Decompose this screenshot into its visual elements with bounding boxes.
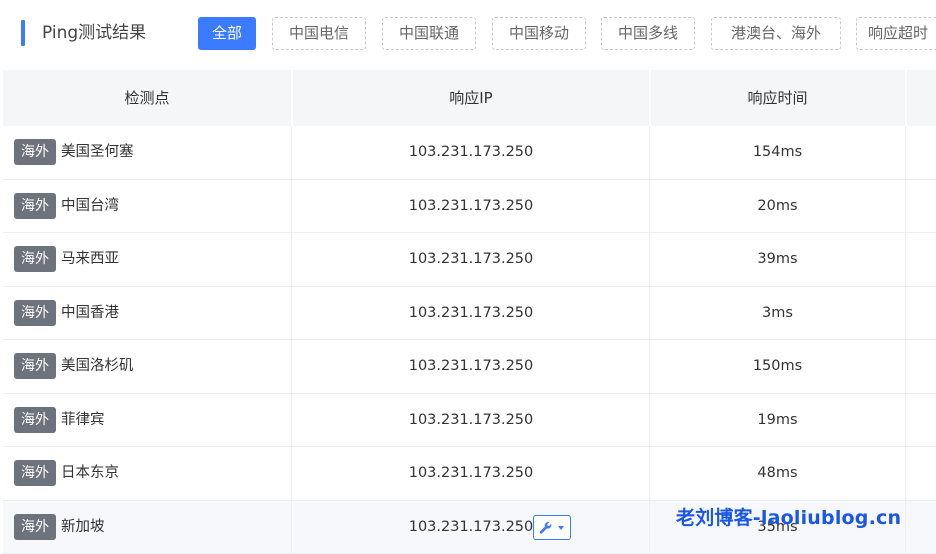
results-header: Ping测试结果 全部 中国电信 中国联通 中国移动 中国多线 港澳台、海外 响… — [0, 0, 936, 66]
watermark: 老刘博客-laoliublog.cn — [676, 507, 902, 529]
region-badge: 海外 — [14, 139, 56, 165]
region-badge: 海外 — [14, 513, 56, 540]
filter-multiline[interactable]: 中国多线 — [601, 17, 695, 50]
table-row: 海外 马来西亚 103.231.173.250 39ms — [3, 233, 936, 287]
wrench-icon — [539, 521, 564, 534]
column-header-time: 响应时间 — [747, 89, 808, 107]
response-time: 3ms — [762, 304, 793, 321]
response-time: 154ms — [752, 144, 803, 160]
cell-divider — [291, 233, 292, 286]
region-badge: 海外 — [14, 192, 56, 219]
location-name: 中国台湾 — [61, 197, 119, 214]
table-row: 海外 美国圣何塞 103.231.173.250 154ms — [3, 126, 936, 180]
region-badge: 海外 — [14, 299, 56, 326]
response-time: 150ms — [752, 358, 803, 374]
cell-divider — [905, 126, 906, 179]
response-ip: 103.231.173.250 — [408, 197, 534, 214]
filter-unicom[interactable]: 中国联通 — [382, 17, 476, 50]
filter-mobile[interactable]: 中国移动 — [492, 17, 586, 50]
response-time: 48ms — [757, 465, 798, 481]
filter-timeout[interactable]: 响应超时 — [856, 17, 936, 50]
response-time: 20ms — [757, 197, 798, 214]
location-name: 中国香港 — [61, 304, 119, 321]
response-ip: 103.231.173.250 — [408, 144, 534, 160]
tools-dropdown-button[interactable] — [533, 514, 571, 540]
column-header-location: 检测点 — [124, 89, 170, 107]
location-name: 美国圣何塞 — [61, 144, 134, 160]
location-name: 日本东京 — [61, 465, 119, 481]
chevron-down-icon — [558, 525, 564, 530]
response-ip: 103.231.173.250 — [408, 411, 534, 428]
cell-divider — [291, 340, 292, 393]
table-header: 检测点 响应IP 响应时间 — [3, 70, 936, 126]
cell-divider — [291, 393, 292, 446]
table-row: 海外 日本东京 103.231.173.250 48ms — [3, 447, 936, 501]
response-ip: 103.231.173.250 — [408, 358, 534, 374]
filter-all[interactable]: 全部 — [198, 17, 256, 50]
cell-divider — [291, 286, 292, 339]
filter-telecom[interactable]: 中国电信 — [272, 17, 366, 50]
response-ip: 103.231.173.250 — [408, 251, 534, 267]
cell-divider — [905, 179, 906, 232]
column-divider — [905, 70, 907, 126]
cell-divider — [905, 340, 906, 393]
cell-divider — [291, 500, 292, 553]
cell-divider — [905, 286, 906, 339]
response-ip: 103.231.173.250 — [408, 465, 534, 481]
response-time: 19ms — [757, 411, 798, 428]
table-row: 海外 美国洛杉矶 103.231.173.250 150ms — [3, 340, 936, 394]
cell-divider — [905, 393, 906, 446]
cell-divider — [905, 447, 906, 500]
column-header-ip: 响应IP — [449, 89, 493, 107]
response-ip: 103.231.173.250 — [408, 518, 534, 535]
region-badge: 海外 — [14, 406, 56, 433]
cell-divider — [291, 179, 292, 232]
location-name: 美国洛杉矶 — [61, 358, 134, 374]
section-title: Ping测试结果 — [42, 23, 147, 43]
table-row: 海外 中国香港 103.231.173.250 3ms — [3, 286, 936, 340]
title-accent-bar — [21, 20, 25, 46]
table-row: 海外 中国台湾 103.231.173.250 20ms — [3, 179, 936, 233]
response-time: 39ms — [757, 251, 798, 267]
location-name: 新加坡 — [61, 518, 105, 535]
filter-overseas[interactable]: 港澳台、海外 — [711, 17, 841, 50]
location-name: 菲律宾 — [61, 411, 105, 428]
region-badge: 海外 — [14, 353, 56, 379]
region-badge: 海外 — [14, 460, 56, 486]
region-badge: 海外 — [14, 246, 56, 272]
cell-divider — [291, 447, 292, 500]
location-name: 马来西亚 — [61, 251, 119, 267]
cell-divider — [905, 500, 906, 553]
cell-divider — [291, 126, 292, 179]
cell-divider — [905, 233, 906, 286]
response-ip: 103.231.173.250 — [408, 304, 534, 321]
table-row: 海外 菲律宾 103.231.173.250 19ms — [3, 393, 936, 447]
